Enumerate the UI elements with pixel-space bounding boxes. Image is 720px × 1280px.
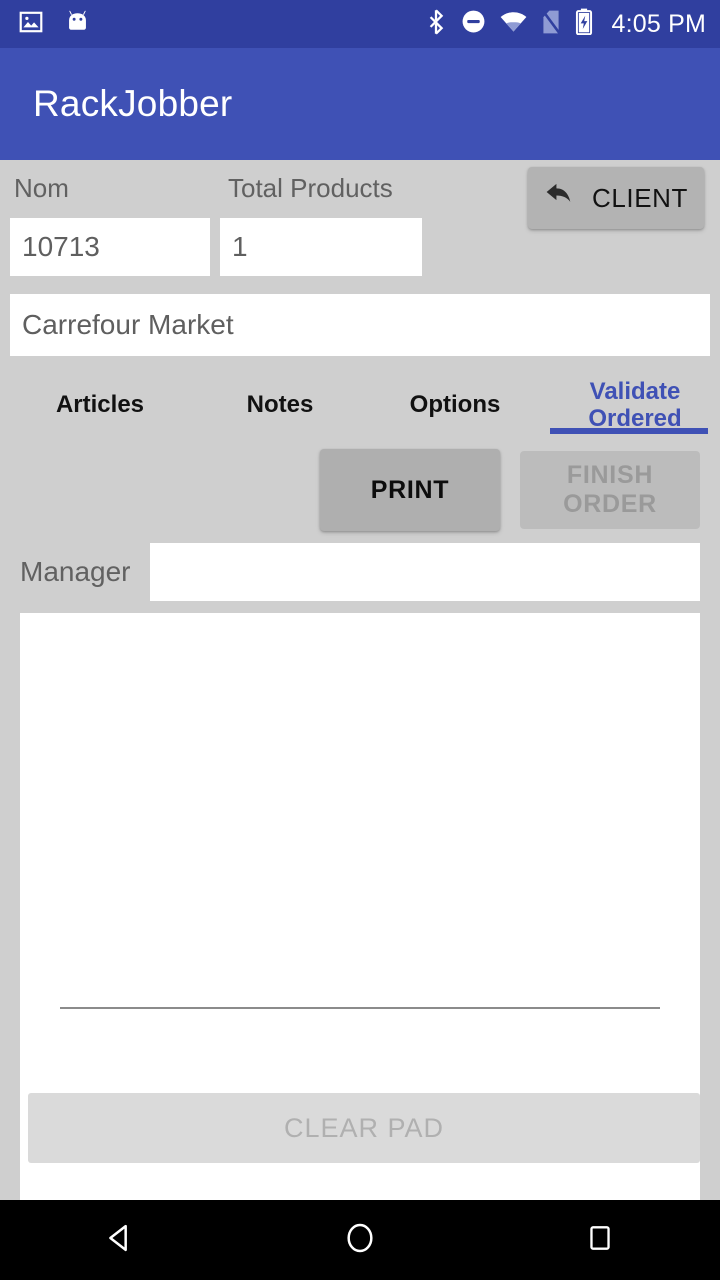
tab-notes-label: Notes — [246, 390, 314, 418]
manager-input[interactable] — [150, 543, 700, 601]
client-button-label: CLIENT — [591, 182, 689, 213]
image-icon — [18, 9, 44, 40]
android-navigation-bar — [0, 1200, 720, 1280]
tab-notes[interactable]: Notes — [200, 374, 360, 434]
tab-bar: Articles Notes Options Validate Ordered — [0, 374, 720, 434]
finish-order-button: FINISH ORDER — [520, 451, 700, 529]
android-robot-icon — [64, 8, 91, 40]
recents-square-icon — [584, 1222, 616, 1259]
client-name-input[interactable] — [10, 294, 710, 356]
total-products-input[interactable] — [220, 218, 422, 276]
bluetooth-icon — [425, 8, 447, 40]
tab-validate-ordered[interactable]: Validate Ordered — [550, 374, 720, 434]
nav-back-button[interactable] — [70, 1200, 170, 1280]
manager-label: Manager — [20, 556, 131, 587]
battery-charging-icon — [575, 8, 593, 40]
tab-articles[interactable]: Articles — [0, 374, 200, 434]
tab-validate-line1: Validate — [589, 378, 681, 405]
undo-arrow-icon — [544, 182, 578, 215]
android-screen: 4:05 PM RackJobber Nom Total Products CL… — [0, 0, 720, 1280]
app-bar: RackJobber — [0, 48, 720, 160]
client-button[interactable]: CLIENT — [528, 167, 704, 229]
do-not-disturb-icon — [461, 9, 486, 39]
main-content: Nom Total Products CLIENT Articles Notes… — [0, 160, 720, 1235]
print-button[interactable]: PRINT — [320, 449, 500, 531]
tab-articles-label: Articles — [55, 390, 145, 418]
signature-baseline — [60, 1007, 660, 1009]
tab-options-label: Options — [409, 390, 501, 418]
app-title: RackJobber — [33, 83, 233, 124]
tab-active-indicator — [550, 428, 708, 434]
status-bar: 4:05 PM — [0, 0, 720, 48]
clear-pad-button: CLEAR PAD — [28, 1093, 700, 1163]
nom-label: Nom — [14, 173, 69, 203]
status-bar-right-icons: 4:05 PM — [425, 8, 706, 40]
status-bar-clock: 4:05 PM — [611, 9, 706, 38]
nom-input[interactable] — [10, 218, 210, 276]
status-bar-left-icons — [18, 8, 91, 40]
nav-recents-button[interactable] — [550, 1200, 650, 1280]
tab-options[interactable]: Options — [360, 374, 550, 434]
back-triangle-icon — [103, 1221, 137, 1260]
total-products-label: Total Products — [228, 173, 393, 203]
home-circle-icon — [343, 1221, 377, 1260]
wifi-icon — [500, 11, 527, 38]
nav-home-button[interactable] — [310, 1200, 410, 1280]
no-sim-icon — [541, 9, 562, 40]
